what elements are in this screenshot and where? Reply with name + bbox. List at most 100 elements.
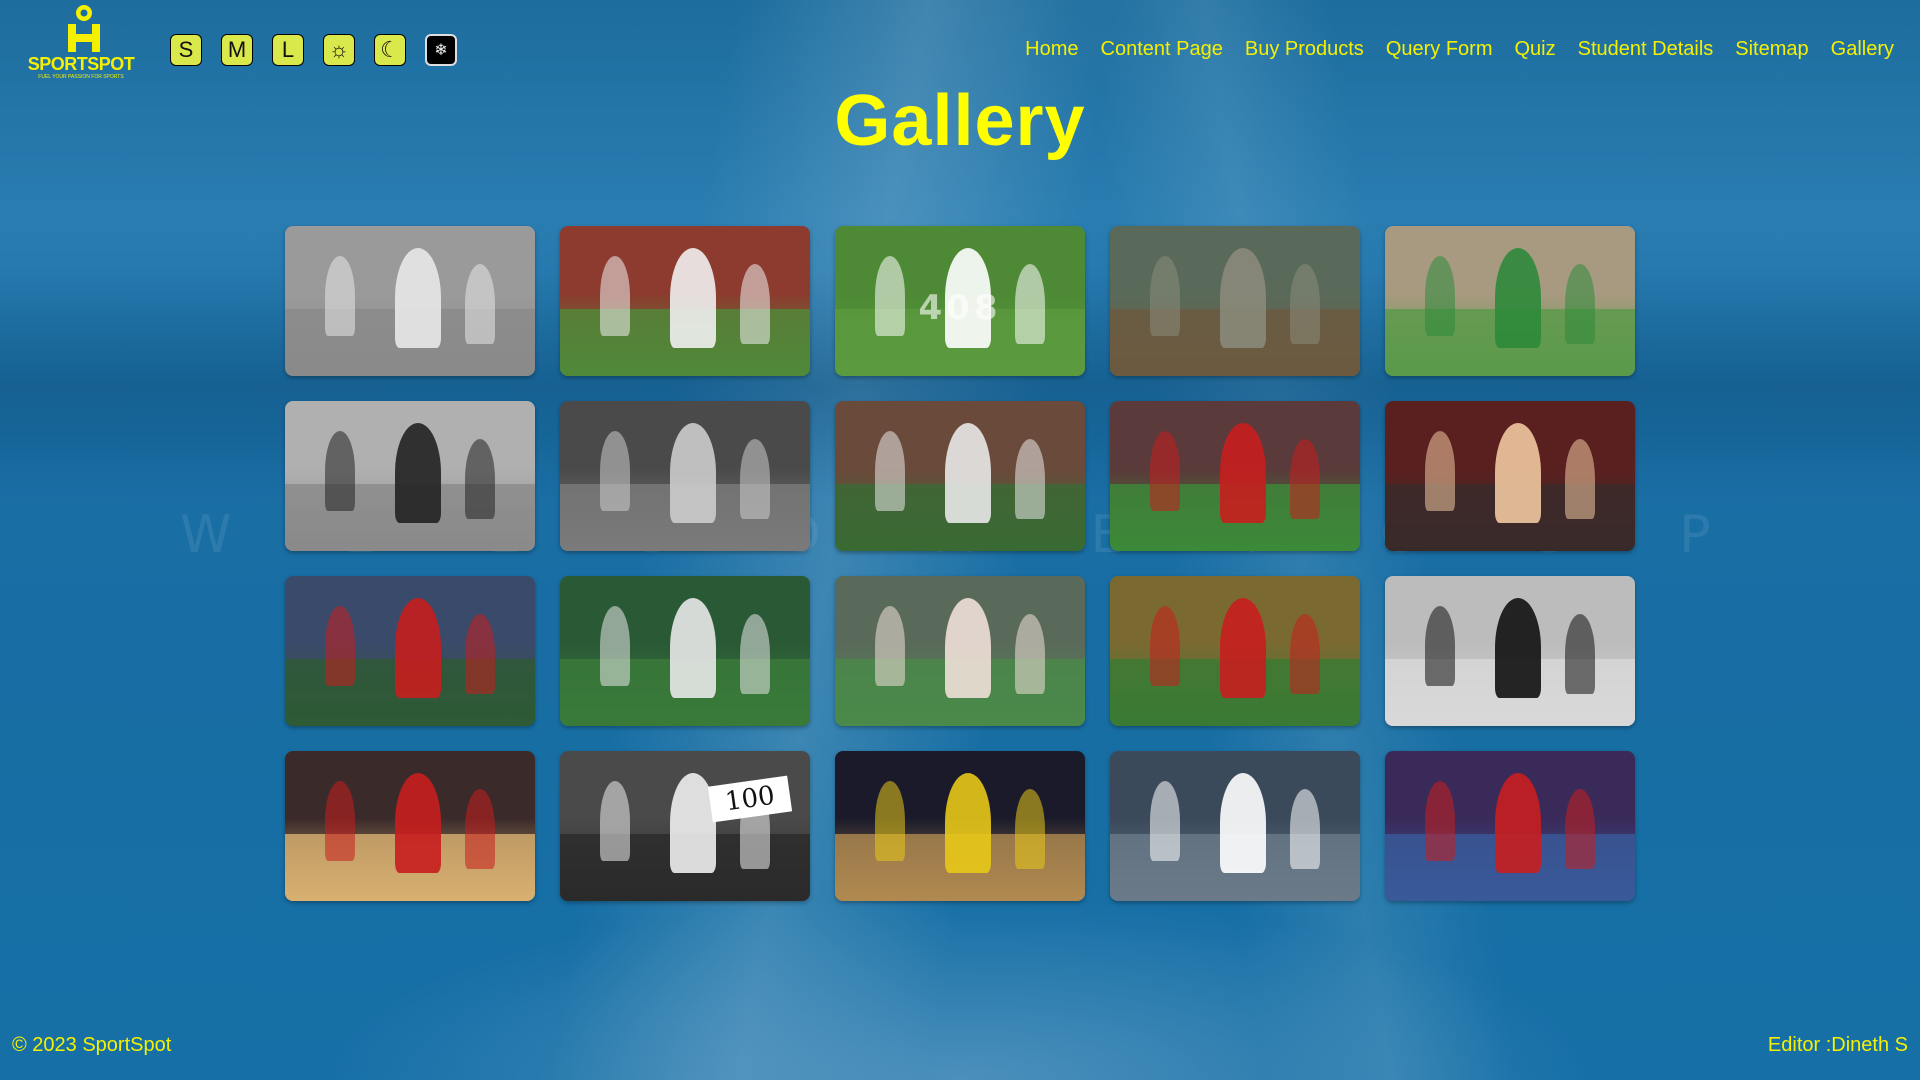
athlete-figure — [465, 439, 495, 519]
athlete-figure — [1220, 773, 1266, 873]
cricket-photo-5[interactable] — [1385, 226, 1635, 376]
athlete-figure — [1290, 264, 1320, 344]
athlete-figure — [1565, 439, 1595, 519]
athlete-figure — [1015, 614, 1045, 694]
athlete-figure — [1220, 248, 1266, 348]
athlete-figure — [875, 606, 905, 686]
athlete-figure — [1425, 606, 1455, 686]
nav-buy-products[interactable]: Buy Products — [1245, 38, 1364, 61]
athlete-figure — [1565, 264, 1595, 344]
athlete-figure — [1565, 789, 1595, 869]
sportspot-logo-icon — [68, 5, 100, 52]
athlete-figure — [1290, 789, 1320, 869]
athlete-figure — [395, 598, 441, 698]
athlete-figure — [670, 423, 716, 523]
sportspot-logo[interactable]: SPORTSPOT FUEL YOUR PASSION FOR SPORTS — [26, 4, 136, 82]
snowflake-icon: ❄ — [434, 42, 448, 59]
cricket-photo-4[interactable] — [1110, 226, 1360, 376]
athlete-figure — [740, 614, 770, 694]
athlete-figure — [1015, 439, 1045, 519]
football-photo-1[interactable] — [285, 401, 535, 551]
athlete-figure — [875, 431, 905, 511]
athlete-figure — [325, 256, 355, 336]
font-size-small-button[interactable]: S — [170, 34, 202, 66]
athlete-figure — [1015, 789, 1045, 869]
copyright-text: © 2023 SportSpot — [12, 1034, 172, 1056]
page-title: Gallery — [834, 81, 1086, 161]
basketball-photo-1[interactable] — [285, 751, 535, 901]
font-size-medium-button[interactable]: M — [221, 34, 253, 66]
athlete-figure — [670, 248, 716, 348]
basketball-photo-5[interactable] — [1385, 751, 1635, 901]
athlete-figure — [945, 423, 991, 523]
dark-theme-button[interactable]: ☾ — [374, 34, 406, 66]
athlete-figure — [1565, 614, 1595, 694]
nav-sitemap[interactable]: Sitemap — [1735, 38, 1808, 61]
athlete-figure — [1425, 781, 1455, 861]
athlete-figure — [945, 773, 991, 873]
athlete-figure — [395, 773, 441, 873]
athlete-figure — [1495, 423, 1541, 523]
athlete-figure — [1150, 606, 1180, 686]
photo-gallery: 408 100 — [285, 226, 1635, 901]
moon-icon: ☾ — [380, 37, 400, 62]
rugby-photo-1[interactable] — [285, 576, 535, 726]
cricket-photo-2[interactable] — [560, 226, 810, 376]
main-nav: Home Content Page Buy Products Query Form Qu… — [1025, 38, 1894, 61]
font-size-small-button-label: S — [178, 37, 194, 62]
athlete-figure — [325, 606, 355, 686]
football-photo-4[interactable] — [1110, 401, 1360, 551]
light-theme-button[interactable]: ☼ — [323, 34, 355, 66]
athlete-figure — [395, 248, 441, 348]
athlete-figure — [395, 423, 441, 523]
cricket-photo-3[interactable]: 408 — [835, 226, 1085, 376]
athlete-figure — [600, 781, 630, 861]
sun-icon: ☼ — [328, 37, 350, 62]
nav-content-page[interactable]: Content Page — [1101, 38, 1223, 61]
site-footer: © 2023 SportSpot Editor :Dineth S — [0, 1034, 1920, 1064]
athlete-figure — [1150, 781, 1180, 861]
nav-gallery[interactable]: Gallery — [1831, 38, 1894, 61]
football-photo-5[interactable] — [1385, 401, 1635, 551]
nav-quiz[interactable]: Quiz — [1515, 38, 1556, 61]
athlete-figure — [670, 598, 716, 698]
athlete-figure — [325, 431, 355, 511]
athlete-figure — [740, 264, 770, 344]
athlete-figure — [600, 606, 630, 686]
brand-name: SPORTSPOT — [27, 54, 135, 74]
rugby-photo-4[interactable] — [1110, 576, 1360, 726]
cricket-photo-1[interactable] — [285, 226, 535, 376]
athlete-figure — [600, 256, 630, 336]
athlete-figure — [1425, 256, 1455, 336]
athlete-figure — [740, 439, 770, 519]
display-controls: S M L ☼ ☾ ❄ — [170, 34, 457, 66]
basketball-photo-4[interactable] — [1110, 751, 1360, 901]
basketball-photo-2[interactable]: 100 — [560, 751, 810, 901]
font-size-medium-button-label: M — [227, 37, 247, 62]
athlete-figure — [1495, 773, 1541, 873]
athlete-figure — [1290, 439, 1320, 519]
athlete-figure — [465, 789, 495, 869]
blue-theme-button[interactable]: ❄ — [425, 34, 457, 66]
nav-query-form[interactable]: Query Form — [1386, 38, 1493, 61]
athlete-figure — [945, 598, 991, 698]
athlete-figure — [465, 614, 495, 694]
athlete-figure — [1495, 598, 1541, 698]
rugby-photo-3[interactable] — [835, 576, 1085, 726]
athlete-figure — [1150, 256, 1180, 336]
rugby-photo-5[interactable] — [1385, 576, 1635, 726]
nav-home[interactable]: Home — [1025, 38, 1078, 61]
football-photo-2[interactable] — [560, 401, 810, 551]
site-header: SPORTSPOT FUEL YOUR PASSION FOR SPORTS S… — [0, 0, 1920, 90]
nav-student-details[interactable]: Student Details — [1578, 38, 1714, 61]
athlete-figure — [1220, 598, 1266, 698]
athlete-figure — [465, 264, 495, 344]
rugby-photo-2[interactable] — [560, 576, 810, 726]
athlete-figure — [875, 781, 905, 861]
pitch-marking-text: 408 — [918, 288, 1002, 328]
basketball-photo-3[interactable] — [835, 751, 1085, 901]
font-size-large-button[interactable]: L — [272, 34, 304, 66]
football-photo-3[interactable] — [835, 401, 1085, 551]
editor-credit: Editor :Dineth S — [1767, 1034, 1908, 1056]
athlete-figure — [325, 781, 355, 861]
